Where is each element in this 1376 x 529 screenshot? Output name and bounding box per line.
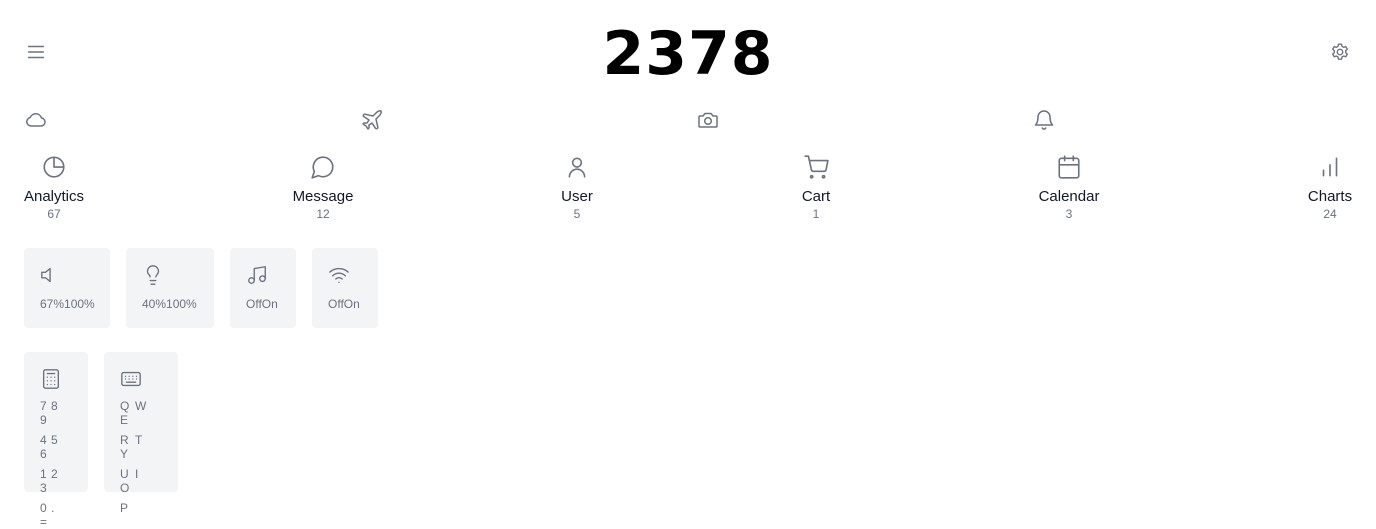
keyboard-key[interactable]: T xyxy=(135,433,150,447)
calculator-key[interactable]: 2 xyxy=(51,467,62,481)
plane-button[interactable] xyxy=(360,108,384,132)
camera-button[interactable] xyxy=(696,108,720,132)
keyboard-key-row: R TY xyxy=(120,433,162,461)
calculator-key[interactable]: 6 xyxy=(40,447,51,461)
music-icon xyxy=(246,264,268,286)
nav-item-user[interactable]: User 5 xyxy=(517,154,637,221)
calculator-key[interactable]: 7 xyxy=(40,399,51,413)
keyboard-key[interactable]: O xyxy=(120,481,135,495)
calculator-keys: 7 89 4 56 1 23 0 .= xyxy=(40,399,72,529)
user-icon xyxy=(564,154,590,180)
keyboard-icon xyxy=(120,368,142,390)
wifi-tile[interactable]: OffOn xyxy=(312,248,378,328)
lightbulb-icon xyxy=(142,264,164,286)
keyboard-key[interactable]: U xyxy=(120,467,135,481)
calculator-key-row: 0 .= xyxy=(40,501,72,529)
keyboard-key-row: Q WE xyxy=(120,399,162,427)
keyboard-key[interactable]: I xyxy=(135,467,150,481)
settings-button[interactable] xyxy=(1328,42,1352,66)
nav-label: User xyxy=(561,188,593,205)
brightness-tile[interactable]: 40%100% xyxy=(126,248,214,328)
nav-label: Calendar xyxy=(1038,188,1100,205)
calculator-key[interactable]: 5 xyxy=(51,433,62,447)
keyboard-keys: Q WE R TY U IO P xyxy=(120,399,162,515)
bell-button[interactable] xyxy=(1032,108,1056,132)
calculator-key[interactable]: 8 xyxy=(51,399,62,413)
brightness-value: 40%100% xyxy=(142,297,197,311)
calculator-key-row: 7 89 xyxy=(40,399,72,427)
calculator-key[interactable]: 4 xyxy=(40,433,51,447)
nav-count: 3 xyxy=(1065,207,1073,221)
calculator-key[interactable]: 9 xyxy=(40,413,51,427)
keyboard-key[interactable]: R xyxy=(120,433,135,447)
keyboard-key[interactable]: P xyxy=(120,501,135,515)
counter-display: 2378 xyxy=(602,19,774,89)
keyboard-key[interactable]: Q xyxy=(120,399,135,413)
calculator-key[interactable]: 1 xyxy=(40,467,51,481)
wifi-icon xyxy=(328,264,350,286)
calculator-key-row: 4 56 xyxy=(40,433,72,461)
plane-icon xyxy=(360,110,384,136)
calculator-key[interactable]: = xyxy=(40,515,51,529)
nav-count: 24 xyxy=(1323,207,1337,221)
cloud-button[interactable] xyxy=(24,108,48,132)
nav-label: Message xyxy=(292,188,354,205)
nav-label: Analytics xyxy=(23,188,85,205)
keyboard-key[interactable]: E xyxy=(120,413,135,427)
calculator-key[interactable]: 0 xyxy=(40,501,51,515)
message-circle-icon xyxy=(310,154,336,180)
bell-icon xyxy=(1032,110,1056,136)
nav-item-charts[interactable]: Charts 24 xyxy=(1270,154,1376,221)
music-state: OffOn xyxy=(246,297,278,311)
gear-icon xyxy=(1329,41,1351,68)
calendar-icon xyxy=(1056,154,1082,180)
volume-tile[interactable]: 67%100% xyxy=(24,248,110,328)
nav-count: 1 xyxy=(812,207,820,221)
nav-count: 67 xyxy=(47,207,61,221)
volume-icon xyxy=(40,264,62,286)
keyboard-key-row: U IO xyxy=(120,467,162,495)
calculator-key[interactable]: 3 xyxy=(40,481,51,495)
calculator-icon xyxy=(40,368,62,390)
keyboard-key[interactable]: W xyxy=(135,399,150,413)
nav-count: 12 xyxy=(316,207,330,221)
camera-icon xyxy=(696,112,720,136)
nav-item-analytics[interactable]: Analytics 67 xyxy=(0,154,114,221)
calculator-key[interactable]: . xyxy=(51,501,62,515)
music-tile[interactable]: OffOn xyxy=(230,248,296,328)
nav-count: 5 xyxy=(573,207,581,221)
nav-item-message[interactable]: Message 12 xyxy=(263,154,383,221)
nav-label: Charts xyxy=(1307,188,1353,205)
shopping-cart-icon xyxy=(803,154,829,180)
volume-value: 67%100% xyxy=(40,297,95,311)
calculator-tile[interactable]: 7 89 4 56 1 23 0 .= xyxy=(24,352,88,529)
keyboard-key-row: P xyxy=(120,501,162,515)
calculator-key-row: 1 23 xyxy=(40,467,72,495)
nav-item-cart[interactable]: Cart 1 xyxy=(756,154,876,221)
pie-chart-icon xyxy=(41,154,67,180)
cloud-icon xyxy=(24,113,48,136)
bar-chart-icon xyxy=(1317,154,1343,180)
wifi-state: OffOn xyxy=(328,297,360,311)
keyboard-tile[interactable]: Q WE R TY U IO P xyxy=(104,352,178,515)
keyboard-key[interactable]: Y xyxy=(120,447,135,461)
nav-label: Cart xyxy=(801,188,831,205)
nav-item-calendar[interactable]: Calendar 3 xyxy=(1009,154,1129,221)
